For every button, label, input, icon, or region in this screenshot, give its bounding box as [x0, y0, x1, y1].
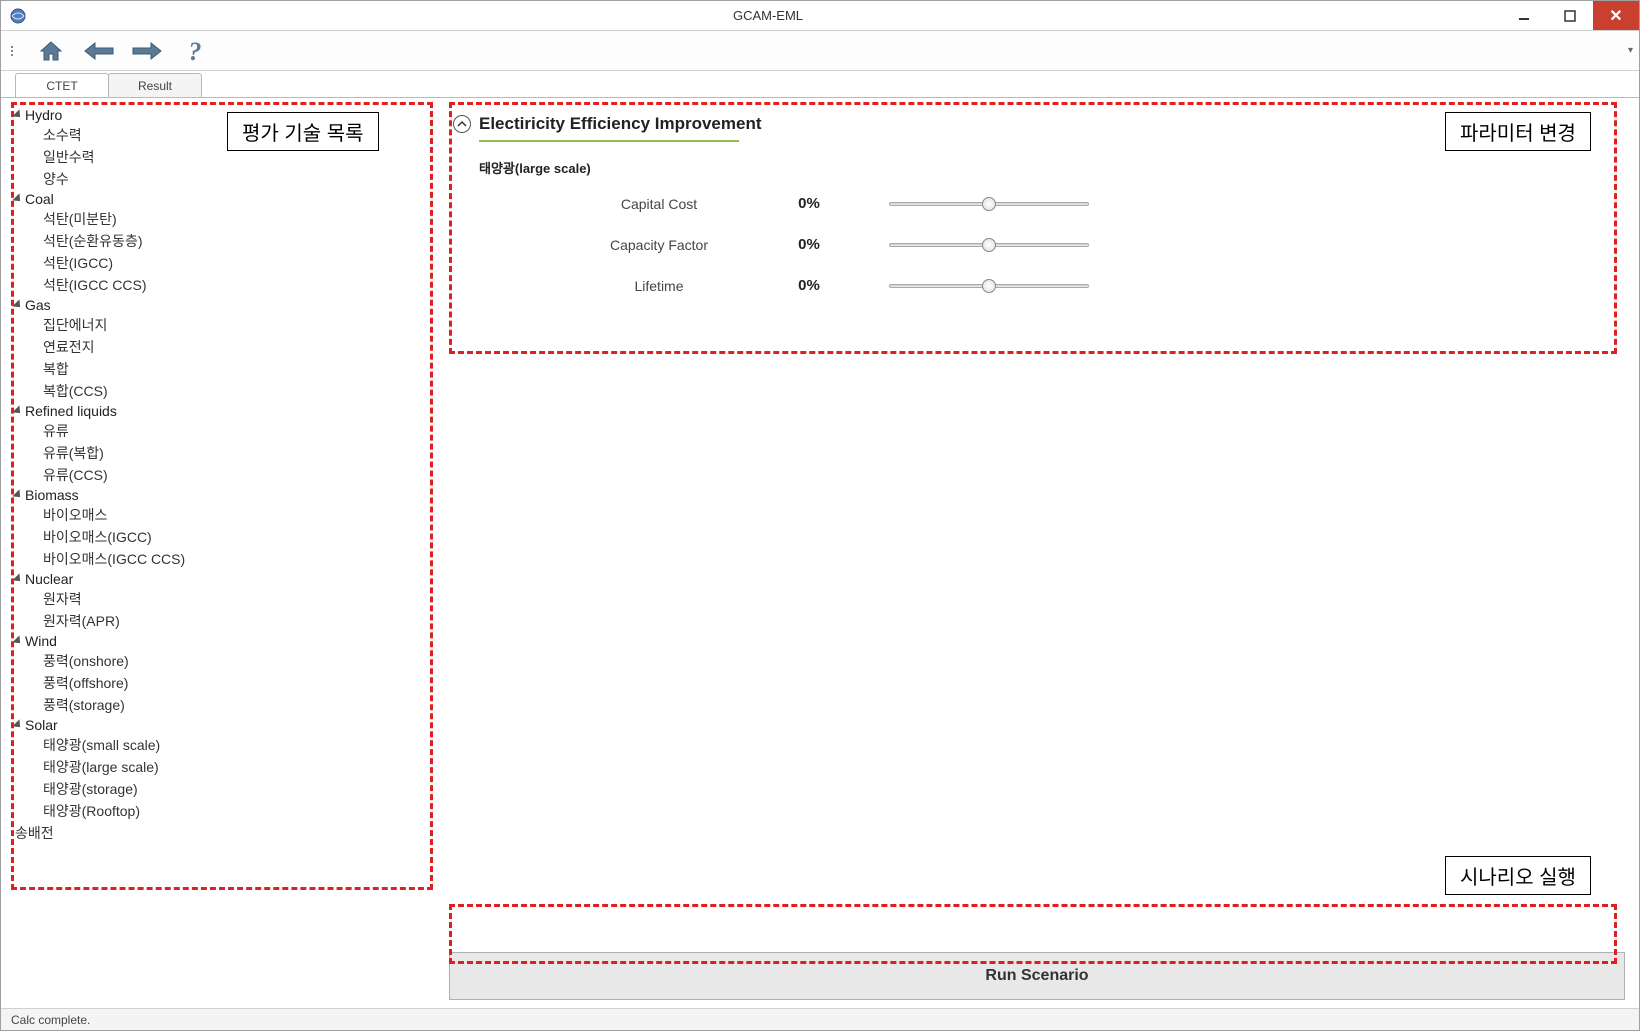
param-label: Lifetime — [549, 278, 769, 294]
annotation-label-scenario-run: 시나리오 실행 — [1445, 856, 1591, 895]
tree-group-coal[interactable]: Coal — [15, 190, 427, 208]
tree-item[interactable]: 태양광(large scale) — [43, 756, 427, 778]
caret-icon — [12, 573, 23, 584]
tree-group-gas[interactable]: Gas — [15, 296, 427, 314]
tab-result[interactable]: Result — [108, 73, 202, 97]
content-area: Hydro소수력일반수력양수Coal석탄(미분탄)석탄(순환유동층)석탄(IGC… — [1, 97, 1639, 1008]
param-slider[interactable] — [889, 243, 1089, 247]
run-scenario-button[interactable]: Run Scenario — [449, 952, 1625, 1000]
tree-item[interactable]: 복합(CCS) — [43, 380, 427, 402]
tree-item[interactable]: 바이오매스(IGCC CCS) — [43, 548, 427, 570]
tree-group-solar[interactable]: Solar — [15, 716, 427, 734]
tree-group-label: Gas — [25, 297, 51, 313]
tree-group-label: Refined liquids — [25, 403, 117, 419]
tree-item[interactable]: 석탄(순환유동층) — [43, 230, 427, 252]
annotation-label-tech-list: 평가 기술 목록 — [227, 112, 379, 151]
subsection-title: 태양광(large scale) — [479, 158, 1625, 177]
tree-item[interactable]: 유류(복합) — [43, 442, 427, 464]
tree-item[interactable]: 원자력(APR) — [43, 610, 427, 632]
help-button[interactable]: ? — [177, 37, 213, 65]
tree-item[interactable]: 연료전지 — [43, 336, 427, 358]
param-slider[interactable] — [889, 202, 1089, 206]
toolbar-grip — [11, 46, 17, 56]
toolbar-overflow-button[interactable]: ▾ — [1628, 45, 1633, 56]
app-icon — [9, 7, 27, 25]
collapse-section-button[interactable] — [453, 115, 471, 133]
tree-item[interactable]: 태양광(storage) — [43, 778, 427, 800]
tree-item[interactable]: 바이오매스 — [43, 504, 427, 526]
toolbar: ? ▾ — [1, 31, 1639, 71]
tree-item-leaf[interactable]: 송배전 — [15, 822, 427, 844]
tree-item[interactable]: 유류(CCS) — [43, 464, 427, 486]
tree-group-wind[interactable]: Wind — [15, 632, 427, 650]
annotation-label-param-change: 파라미터 변경 — [1445, 112, 1591, 151]
tree-item[interactable]: 양수 — [43, 168, 427, 190]
param-label: Capacity Factor — [549, 237, 769, 253]
tree-item[interactable]: 태양광(Rooftop) — [43, 800, 427, 822]
home-button[interactable] — [33, 37, 69, 65]
caret-icon — [12, 299, 23, 310]
tree-item[interactable]: 원자력 — [43, 588, 427, 610]
window-title: GCAM-EML — [35, 8, 1501, 23]
param-slider[interactable] — [889, 284, 1089, 288]
tree-item[interactable]: 복합 — [43, 358, 427, 380]
slider-thumb[interactable] — [982, 238, 996, 252]
tree-group-label: Wind — [25, 633, 57, 649]
minimize-button[interactable] — [1501, 1, 1547, 30]
status-text: Calc complete. — [11, 1013, 90, 1027]
param-row: Lifetime0% — [449, 277, 1625, 294]
titlebar: GCAM-EML ✕ — [1, 1, 1639, 31]
caret-icon — [12, 719, 23, 730]
tab-strip: CTET Result — [1, 71, 1639, 97]
svg-text:?: ? — [189, 38, 202, 64]
forward-button[interactable] — [129, 37, 165, 65]
close-button[interactable]: ✕ — [1593, 1, 1639, 30]
param-label: Capital Cost — [549, 196, 769, 212]
tree-group-label: Hydro — [25, 107, 62, 123]
tree-item[interactable]: 유류 — [43, 420, 427, 442]
tree-group-label: Coal — [25, 191, 54, 207]
tech-tree-panel: Hydro소수력일반수력양수Coal석탄(미분탄)석탄(순환유동층)석탄(IGC… — [1, 98, 441, 1008]
tree-item[interactable]: 태양광(small scale) — [43, 734, 427, 756]
section-title: Electiricity Efficiency Improvement — [479, 114, 762, 134]
section-underline — [479, 140, 739, 142]
param-value: 0% — [769, 195, 849, 212]
tree-item[interactable]: 풍력(offshore) — [43, 672, 427, 694]
tree-group-label: Biomass — [25, 487, 79, 503]
statusbar: Calc complete. — [1, 1008, 1639, 1030]
param-value: 0% — [769, 236, 849, 253]
slider-thumb[interactable] — [982, 279, 996, 293]
caret-icon — [12, 489, 23, 500]
param-row: Capital Cost0% — [449, 195, 1625, 212]
maximize-button[interactable] — [1547, 1, 1593, 30]
tree-group-nuclear[interactable]: Nuclear — [15, 570, 427, 588]
tree-group-refined-liquids[interactable]: Refined liquids — [15, 402, 427, 420]
tree-item[interactable]: 풍력(onshore) — [43, 650, 427, 672]
tree-item[interactable]: 풍력(storage) — [43, 694, 427, 716]
tree-item[interactable]: 석탄(IGCC CCS) — [43, 274, 427, 296]
caret-icon — [12, 109, 23, 120]
tab-ctet[interactable]: CTET — [15, 73, 109, 97]
slider-thumb[interactable] — [982, 197, 996, 211]
back-button[interactable] — [81, 37, 117, 65]
tree-item[interactable]: 석탄(IGCC) — [43, 252, 427, 274]
param-value: 0% — [769, 277, 849, 294]
caret-icon — [12, 405, 23, 416]
tree-group-label: Nuclear — [25, 571, 73, 587]
tree-item[interactable]: 바이오매스(IGCC) — [43, 526, 427, 548]
tree-item[interactable]: 집단에너지 — [43, 314, 427, 336]
caret-icon — [12, 635, 23, 646]
tree-group-biomass[interactable]: Biomass — [15, 486, 427, 504]
param-row: Capacity Factor0% — [449, 236, 1625, 253]
tree-item[interactable]: 석탄(미분탄) — [43, 208, 427, 230]
caret-icon — [12, 193, 23, 204]
tree-group-label: Solar — [25, 717, 58, 733]
